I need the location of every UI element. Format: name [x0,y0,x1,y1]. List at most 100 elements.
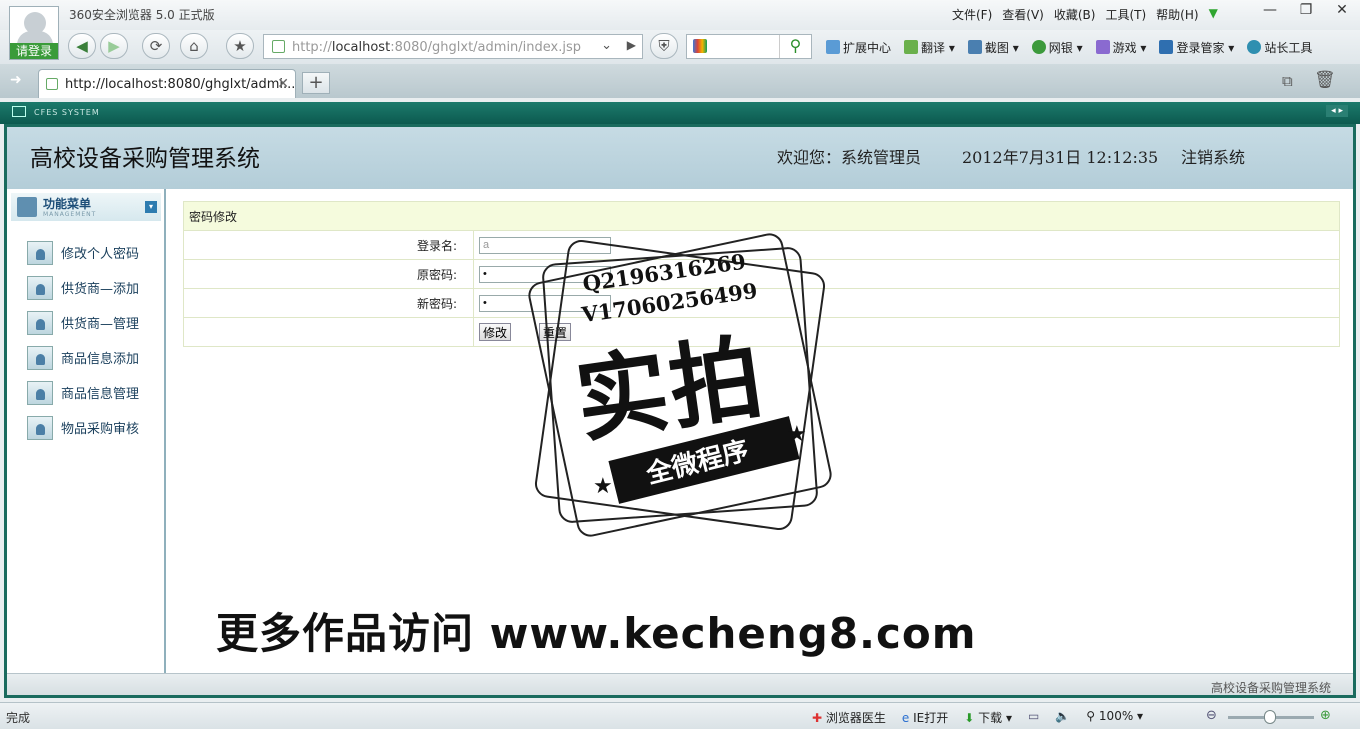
login-name-cell [473,230,1340,260]
new-tab-button[interactable]: + [302,72,330,94]
logout-link[interactable]: 注销系统 [1181,144,1245,168]
ext-bank-label: 网银 [1048,41,1073,55]
forward-button[interactable]: ▶ [100,33,128,59]
user-icon [27,240,53,265]
browser-titlebar: 360安全浏览器 5.0 正式版 文件(F) 查看(V) 收藏(B) 工具(T)… [0,0,1360,30]
avatar[interactable]: 请登录 [9,6,59,60]
collapse-icon[interactable]: ▾ [145,201,157,213]
url-host: localhost [331,40,391,55]
sidebar-item-change-password[interactable]: 修改个人密码 [27,235,139,270]
old-password-label: 原密码: [183,259,474,289]
tab-close-icon[interactable]: ✕ [277,76,289,92]
scroll-arrows-icon[interactable]: ◂ ▸ [1326,105,1348,117]
back-button[interactable]: ◀ [68,33,96,59]
sidebar-item-product-add[interactable]: 商品信息添加 [27,340,139,375]
sidebar-toggle-icon[interactable]: ➜ [10,72,22,88]
sidebar-item-label: 修改个人密码 [61,247,140,262]
refresh-button[interactable]: ⟳ [142,33,170,59]
ext-webmaster[interactable]: 站长工具 [1247,39,1312,56]
chevron-down-icon[interactable]: ⌄ [601,38,612,53]
browser-doctor-button[interactable]: ✚ 浏览器医生 [812,709,886,726]
user-icon [27,380,53,405]
restore-icon[interactable]: ❐ [1296,2,1316,18]
menu-file[interactable]: 文件(F) [952,6,992,23]
minimize-icon[interactable]: — [1260,2,1280,18]
reset-button[interactable]: 重置 [538,323,571,341]
download-label: 下载 [978,711,1003,725]
zoom-in-icon[interactable]: ⊕ [1320,708,1331,723]
zoom-level: 100% [1098,709,1134,723]
new-password-label: 新密码: [183,288,474,318]
ext-games[interactable]: 游戏 ▾ [1095,39,1146,56]
app-footer: 高校设备采购管理系统 [7,673,1353,695]
refresh-icon: ⟳ [149,37,163,55]
menu-tools[interactable]: 工具(T) [1105,6,1146,23]
browser-doctor-label: 浏览器医生 [825,711,886,725]
sidebar-item-label: 商品信息添加 [61,352,140,367]
ext-center-label: 扩展中心 [843,41,892,55]
monitor-icon [12,106,26,117]
sidebar-item-label: 商品信息管理 [61,387,140,402]
trash-icon[interactable]: 🗑 [1314,70,1336,90]
ext-screenshot-label: 截图 [984,41,1009,55]
ext-center[interactable]: 扩展中心 [826,39,891,56]
sidebar-item-purchase-review[interactable]: 物品采购审核 [27,410,139,445]
zoom-out-icon[interactable]: ⊖ [1206,708,1217,723]
address-url[interactable]: http://localhost:8080/ghglxt/admin/index… [292,40,581,55]
login-name-input[interactable] [479,236,611,254]
medkit-icon: ✚ [812,711,823,725]
favorite-button[interactable]: ★ [226,33,254,59]
arrow-right-icon: ▶ [108,37,120,55]
button-row-spacer [183,317,474,347]
sidebar-item-supplier-add[interactable]: 供货商—添加 [27,270,139,305]
shield-icon: ⛨ [658,37,670,55]
speaker-icon[interactable]: 🔈 [1055,709,1070,726]
zoom-control[interactable]: ⚲ 100% ▾ [1086,709,1143,726]
zoom-slider-handle[interactable] [1264,710,1276,724]
password-form: 密码修改 登录名: 原密码: 新密码: 修改 重置 [183,201,1340,347]
close-icon[interactable]: ✕ [1332,2,1352,18]
search-engine-icon[interactable] [693,39,707,53]
shirt-icon[interactable]: ▼ [1209,6,1218,23]
search-box[interactable]: ⚲ [686,34,812,59]
old-password-input[interactable] [479,265,611,283]
menu-icon [17,197,37,217]
tab-active[interactable]: http://localhost:8080/ghglxt/admi... ✕ [38,69,296,98]
address-bar[interactable]: http://localhost:8080/ghglxt/admin/index… [263,34,643,59]
welcome-text: 欢迎您：系统管理员 [777,148,922,167]
ext-translate[interactable]: 翻译 ▾ [904,39,955,56]
login-badge[interactable]: 请登录 [10,43,58,59]
windows-icon[interactable]: ⧉ [1282,72,1293,90]
sidebar-item-label: 供货商—添加 [61,282,140,297]
page-icon [272,40,285,53]
sidebar-item-supplier-manage[interactable]: 供货商—管理 [27,305,139,340]
user-icon [27,310,53,335]
submit-button[interactable]: 修改 [479,323,512,341]
home-button[interactable]: ⌂ [180,33,208,59]
window-mode-icon[interactable]: ▭ [1028,709,1039,726]
zoom-icon: ⚲ [1086,709,1096,723]
datetime-text: 2012年7月31日 12:12:35 [962,148,1159,167]
download-button[interactable]: ⬇ 下载 ▾ [964,709,1012,726]
status-bar: 完成 ✚ 浏览器医生 e IE打开 ⬇ 下载 ▾ ▭ 🔈 ⚲ 100% ▾ ⊖ … [0,702,1360,729]
url-prefix: http:// [292,40,332,55]
page-icon [46,78,58,90]
user-icon [27,275,53,300]
ext-bank[interactable]: 网银 ▾ [1031,39,1083,56]
ext-login-manager-label: 登录管家 [1176,41,1225,55]
new-password-input[interactable] [479,294,611,312]
search-icon[interactable]: ⚲ [779,35,811,58]
tab-title: http://localhost:8080/ghglxt/admi... [65,77,296,92]
menu-help[interactable]: 帮助(H) [1156,6,1198,23]
ext-screenshot[interactable]: 截图 ▾ [967,39,1019,56]
shield-button[interactable]: ⛨ [650,33,678,59]
url-rest: :8080/ghglxt/admin/index.jsp [390,40,582,55]
ext-login-manager[interactable]: 登录管家 ▾ [1159,39,1234,56]
go-icon[interactable]: ▶ [627,38,636,52]
extension-bar: 扩展中心 翻译 ▾ 截图 ▾ 网银 ▾ 游戏 ▾ 登录管家 ▾ 站长工具 [826,39,1312,56]
menu-view[interactable]: 查看(V) [1002,6,1044,23]
menu-favorites[interactable]: 收藏(B) [1054,6,1096,23]
ie-open-button[interactable]: e IE打开 [902,709,948,726]
sidebar-item-product-manage[interactable]: 商品信息管理 [27,375,139,410]
app-header: 高校设备采购管理系统 欢迎您：系统管理员 2012年7月31日 12:12:35… [7,127,1353,189]
